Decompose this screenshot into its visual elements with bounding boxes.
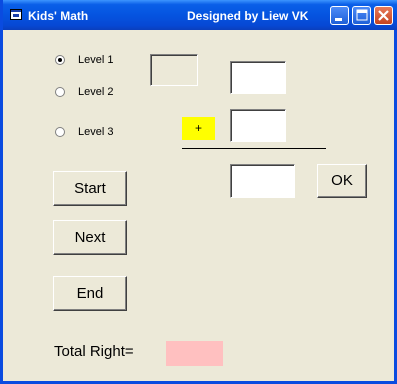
maximize-icon xyxy=(356,9,368,21)
end-button[interactable]: End xyxy=(53,276,127,311)
operand2-field[interactable] xyxy=(230,109,286,142)
total-right-label: Total Right= xyxy=(54,343,134,360)
radio-level-3-label: Level 3 xyxy=(78,126,114,138)
maximize-button[interactable] xyxy=(352,6,371,25)
close-button[interactable] xyxy=(374,6,393,25)
start-button[interactable]: Start xyxy=(53,171,127,206)
operand1-field[interactable] xyxy=(230,61,286,94)
radio-level-1-label: Level 1 xyxy=(78,54,114,66)
app-icon xyxy=(10,9,22,20)
answer-input[interactable] xyxy=(230,164,295,198)
total-right-value xyxy=(166,341,223,366)
app-window: Kids' Math Designed by Liew VK Level 1 L… xyxy=(0,0,397,384)
radio-level-3[interactable]: Level 3 xyxy=(55,126,135,140)
result-display xyxy=(150,54,198,86)
radio-checked-icon xyxy=(55,55,65,65)
radio-unchecked-icon xyxy=(55,87,65,97)
radio-unchecked-icon xyxy=(55,127,65,137)
next-button[interactable]: Next xyxy=(53,220,127,255)
ok-button[interactable]: OK xyxy=(317,164,367,198)
radio-level-2[interactable]: Level 2 xyxy=(55,86,135,100)
close-icon xyxy=(378,10,389,21)
operator-label: + xyxy=(182,117,215,140)
minimize-icon xyxy=(335,18,342,21)
radio-level-2-label: Level 2 xyxy=(78,86,114,98)
equation-divider xyxy=(182,148,326,149)
minimize-button[interactable] xyxy=(330,6,349,25)
window-subtitle: Designed by Liew VK xyxy=(187,9,309,23)
title-bar[interactable]: Kids' Math Designed by Liew VK xyxy=(3,0,397,30)
radio-level-1[interactable]: Level 1 xyxy=(55,54,135,68)
window-title: Kids' Math xyxy=(28,9,89,23)
